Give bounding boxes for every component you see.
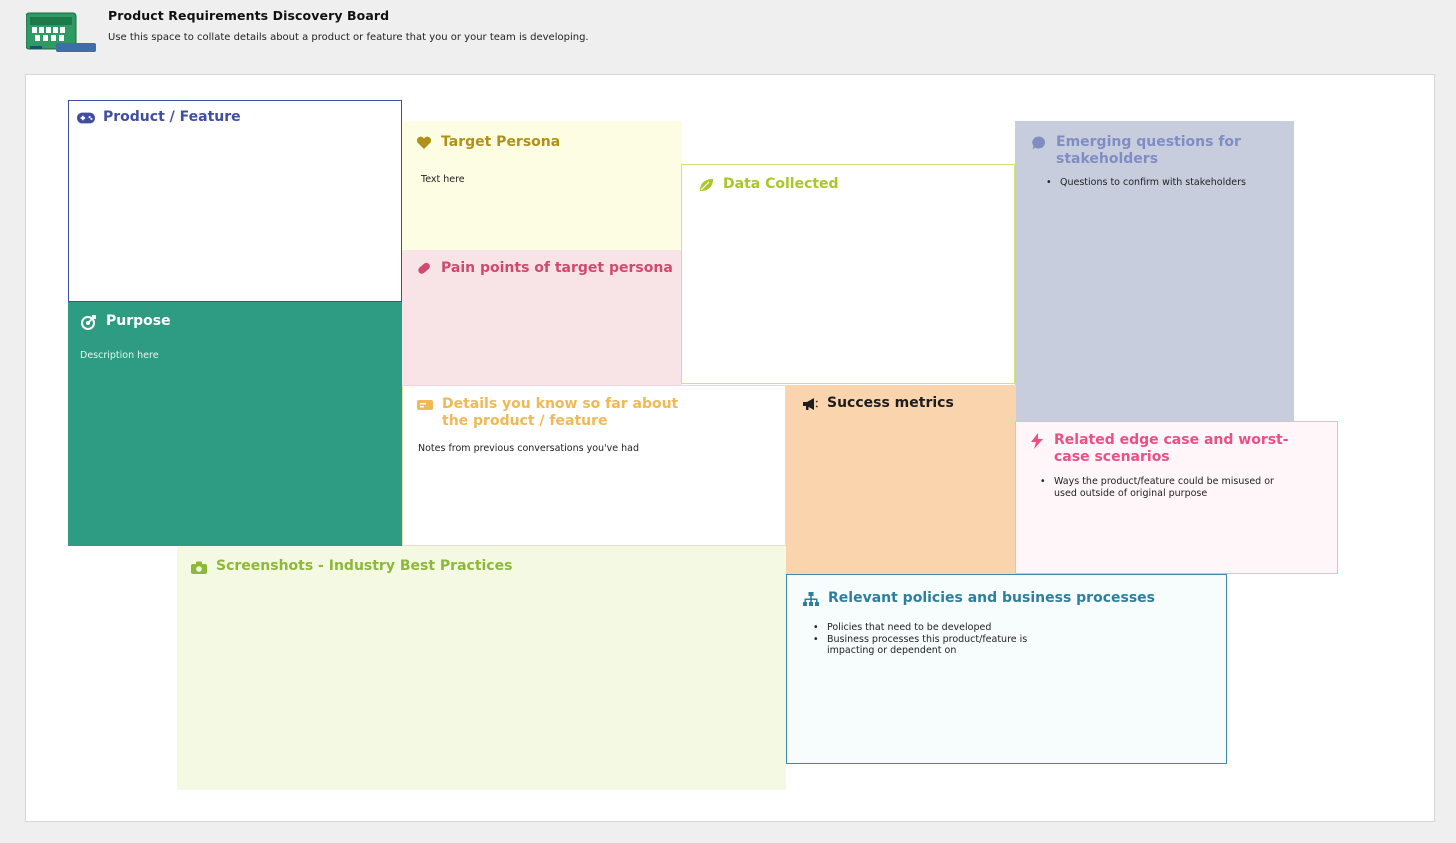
details-card[interactable]: Details you know so far about the produc… [402,385,786,546]
board-title: Product Requirements Discovery Board [108,8,390,23]
speech-bubble-icon [1030,134,1048,152]
product-feature-card[interactable]: Product / Feature [68,100,402,302]
list-item: Ways the product/feature could be misuse… [1040,476,1290,499]
heart-icon [415,134,433,152]
pain-points-title: Pain points of target persona [441,260,673,276]
policies-title: Relevant policies and business processes [828,590,1155,606]
list-item: Business processes this product/feature … [813,634,1043,657]
details-title: Details you know so far about the produc… [442,396,679,429]
policies-card[interactable]: Relevant policies and business processes… [786,574,1227,764]
screenshots-card[interactable]: Screenshots - Industry Best Practices [177,546,786,790]
megaphone-icon [801,395,819,413]
pill-icon [415,260,433,278]
camera-icon [190,558,208,576]
target-persona-text: Text here [421,174,465,185]
emerging-questions-card[interactable]: Emerging questions for stakeholders Ques… [1015,121,1294,421]
board-header: Product Requirements Discovery Board Use… [0,0,1456,70]
product-feature-title: Product / Feature [103,109,241,125]
target-persona-card[interactable]: Target Persona Text here [402,121,682,251]
data-collected-card[interactable]: Data Collected [681,164,1015,384]
purpose-description: Description here [80,350,159,361]
board-thumbnail-icon [25,10,96,56]
edge-cases-list: Ways the product/feature could be misuse… [1040,476,1290,499]
board-subtitle: Use this space to collate details about … [108,32,589,43]
details-text: Notes from previous conversations you've… [418,443,640,454]
purpose-card[interactable]: Purpose Description here [68,302,402,546]
emerging-questions-list: Questions to confirm with stakeholders [1046,177,1246,189]
edge-cases-card[interactable]: Related edge case and worst-case scenari… [1015,421,1338,574]
target-arrow-icon [80,313,98,331]
screenshots-title: Screenshots - Industry Best Practices [216,558,513,574]
policies-list: Policies that need to be developed Busin… [813,622,1043,657]
success-metrics-card[interactable]: Success metrics [786,385,1016,574]
purpose-title: Purpose [106,313,171,329]
success-metrics-title: Success metrics [827,395,954,411]
gamepad-icon [77,109,95,127]
leaf-icon [697,176,715,194]
pain-points-card[interactable]: Pain points of target persona [402,250,682,385]
data-collected-title: Data Collected [723,176,839,192]
list-item: Questions to confirm with stakeholders [1046,177,1246,189]
target-persona-title: Target Persona [441,134,561,150]
edge-cases-title: Related edge case and worst-case scenari… [1054,432,1289,465]
ticket-icon [416,396,434,414]
org-chart-icon [802,590,820,608]
list-item: Policies that need to be developed [813,622,1043,634]
emerging-questions-title: Emerging questions for stakeholders [1056,134,1241,167]
lightning-icon [1028,432,1046,450]
